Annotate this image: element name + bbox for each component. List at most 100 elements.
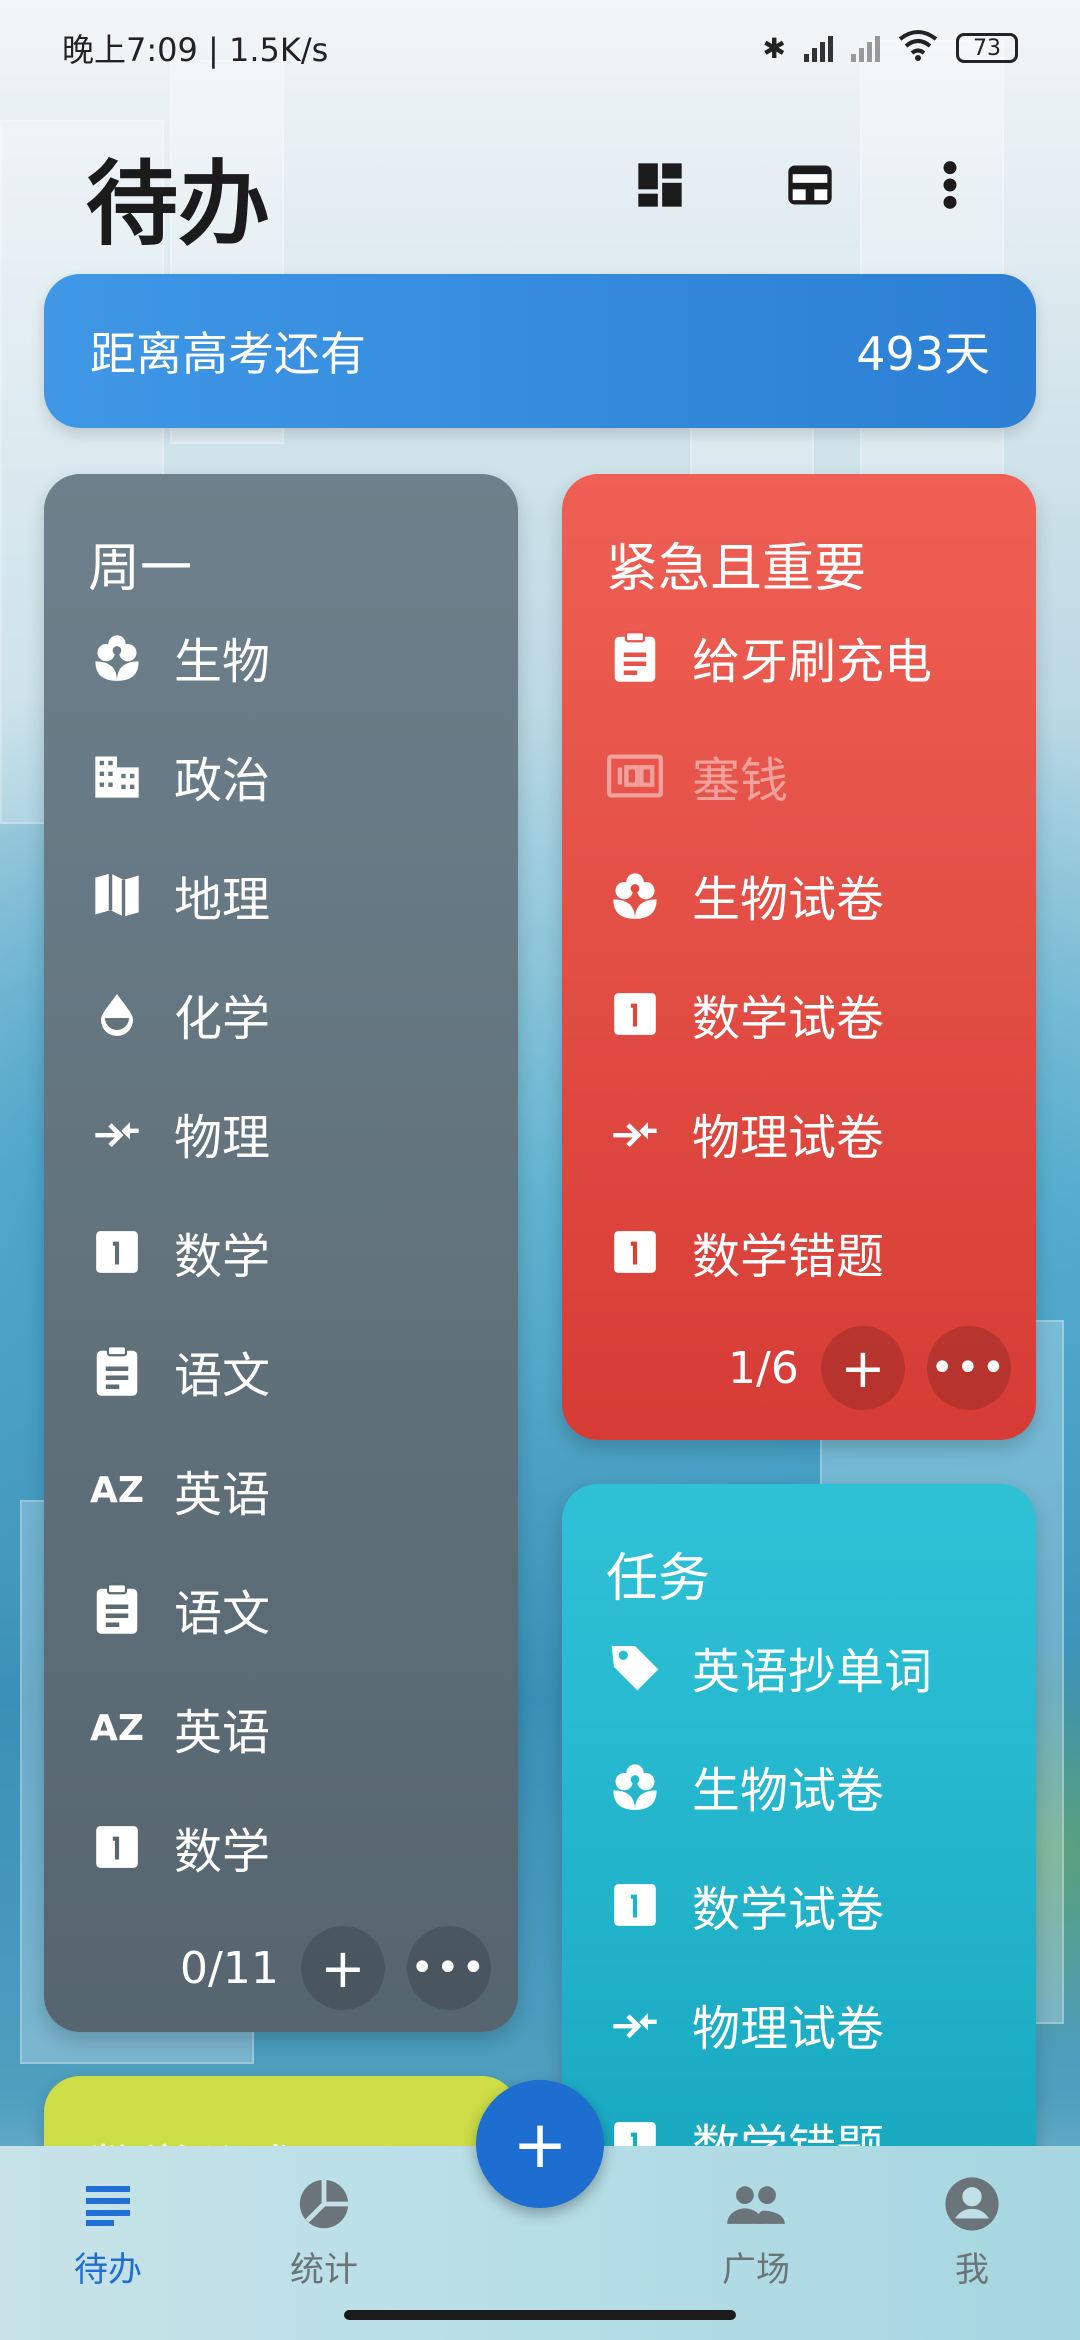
item-label: 给牙刷充电 (692, 634, 933, 690)
item-label: 生物试卷 (692, 872, 885, 928)
list-item[interactable]: 数学试卷 (606, 979, 884, 1049)
wifi-icon (898, 29, 938, 68)
flower-icon (606, 1757, 664, 1815)
card-title: 紧急且重要 (606, 539, 867, 599)
list-item[interactable]: 生物试卷 (606, 860, 884, 930)
map-icon (88, 866, 146, 924)
list-item[interactable]: 数学错题 (606, 1217, 884, 1287)
item-label: 物理 (174, 1110, 271, 1166)
flower-icon (606, 866, 664, 924)
pie-chart-icon (292, 2172, 356, 2236)
number-one-icon (88, 1818, 146, 1876)
battery-icon: 73 (956, 33, 1018, 63)
nav-item-stats[interactable]: 统计 (244, 2172, 404, 2291)
nav-label: 统计 (290, 2250, 358, 2290)
signal-icon-2 (851, 34, 880, 62)
item-label: 政治 (174, 753, 271, 809)
item-label: 数学错题 (692, 1229, 885, 1285)
inbox-icon[interactable] (770, 145, 850, 225)
list-item[interactable]: 物理试卷 (606, 1098, 884, 1168)
item-label: 数学 (174, 1824, 271, 1880)
card-monday[interactable]: 周一 生物 政治 地理 化学 物理 数学 语文 AZ 英语 语文 AZ 英语 数学 … (44, 474, 518, 2032)
more-vertical-icon[interactable] (910, 145, 990, 225)
progress-count: 1/6 (728, 1342, 799, 1394)
compare-arrows-icon (606, 1995, 664, 2053)
list-item[interactable]: 给牙刷充电 (606, 622, 932, 692)
list-item[interactable]: AZ 英语 (88, 1693, 270, 1763)
card-footer: 0/11 + ••• (180, 1926, 491, 2010)
flower-icon (88, 628, 146, 686)
card-footer: 1/6 + ••• (728, 1326, 1011, 1410)
list-item[interactable]: AZ 英语 (88, 1455, 270, 1525)
page-title: 待办 (86, 151, 271, 258)
account-icon (940, 2172, 1004, 2236)
list-item[interactable]: 数学 (88, 1217, 270, 1287)
money-icon (606, 747, 664, 805)
card-title: 周一 (88, 539, 193, 599)
list-item[interactable]: 语文 (88, 1336, 270, 1406)
nav-label: 广场 (722, 2250, 790, 2290)
item-label: 生物试卷 (692, 1763, 885, 1819)
list-item[interactable]: 数学 (88, 1812, 270, 1882)
home-indicator[interactable] (344, 2310, 736, 2320)
add-item-button[interactable]: + (300, 1926, 385, 2010)
item-label: 数学 (174, 1229, 271, 1285)
add-item-button[interactable]: + (820, 1326, 905, 1410)
status-bar: 晚上7:09 | 1.5K/s ✱ 73 (0, 0, 1080, 96)
countdown-days: 493天 (856, 327, 990, 381)
nav-label: 我 (955, 2250, 989, 2290)
list-item[interactable]: 物理试卷 (606, 1989, 884, 2059)
list-item[interactable]: 生物试卷 (606, 1751, 884, 1821)
number-one-icon (606, 985, 664, 1043)
list-item[interactable]: 生物 (88, 622, 270, 692)
list-item[interactable]: 地理 (88, 860, 270, 930)
number-one-icon (606, 1223, 664, 1281)
tag-icon (606, 1638, 664, 1696)
list-item-completed[interactable]: 塞钱 (606, 741, 788, 811)
card-title: 任务 (606, 1549, 711, 1609)
clipboard-icon (606, 628, 664, 686)
item-label: 英语抄单词 (692, 1644, 933, 1700)
item-label: 地理 (174, 872, 271, 928)
list-item[interactable]: 语文 (88, 1574, 270, 1644)
more-options-button[interactable]: ••• (406, 1926, 491, 2010)
item-label: 语文 (174, 1348, 271, 1404)
clipboard-icon (88, 1342, 146, 1400)
list-item[interactable]: 物理 (88, 1098, 270, 1168)
compare-arrows-icon (606, 1104, 664, 1162)
status-icons: ✱ 73 (763, 29, 1018, 68)
item-label: 英语 (174, 1467, 271, 1523)
progress-count: 0/11 (180, 1942, 279, 1994)
nav-item-square[interactable]: 广场 (676, 2172, 836, 2291)
sort-az-icon: AZ (90, 1707, 144, 1749)
status-time: 晚上7:09 | 1.5K/s (62, 31, 329, 69)
item-label: 数学试卷 (692, 991, 885, 1047)
more-options-button[interactable]: ••• (926, 1326, 1011, 1410)
list-item[interactable]: 数学试卷 (606, 1870, 884, 1940)
building-icon (88, 747, 146, 805)
nav-label: 待办 (74, 2250, 142, 2290)
add-fab-button[interactable]: + (476, 2080, 604, 2208)
list-item[interactable]: 化学 (88, 979, 270, 1049)
list-icon (76, 2172, 140, 2236)
nav-item-me[interactable]: 我 (892, 2172, 1052, 2291)
dashboard-icon[interactable] (620, 145, 700, 225)
item-label: 物理试卷 (692, 2001, 885, 2057)
item-label: 化学 (174, 991, 271, 1047)
clipboard-icon (88, 1580, 146, 1638)
card-tasks[interactable]: 任务 英语抄单词 生物试卷 数学试卷 物理试卷 数学错题 (562, 1484, 1036, 2204)
nav-item-todo[interactable]: 待办 (28, 2172, 188, 2291)
item-label: 数学试卷 (692, 1882, 885, 1938)
number-one-icon (606, 1876, 664, 1934)
people-icon (724, 2172, 788, 2236)
item-label: 语文 (174, 1586, 271, 1642)
item-label: 物理试卷 (692, 1110, 885, 1166)
list-item[interactable]: 政治 (88, 741, 270, 811)
countdown-banner[interactable]: 距离高考还有 493天 (44, 274, 1036, 428)
card-urgent-important[interactable]: 紧急且重要 给牙刷充电 塞钱 生物试卷 数学试卷 物理试卷 数学错题 1/6 +… (562, 474, 1036, 1440)
list-item[interactable]: 英语抄单词 (606, 1632, 932, 1702)
bluetooth-icon: ✱ (762, 31, 786, 65)
top-app-bar: 待办 (0, 110, 1080, 260)
item-label: 英语 (174, 1705, 271, 1761)
compare-arrows-icon (88, 1104, 146, 1162)
